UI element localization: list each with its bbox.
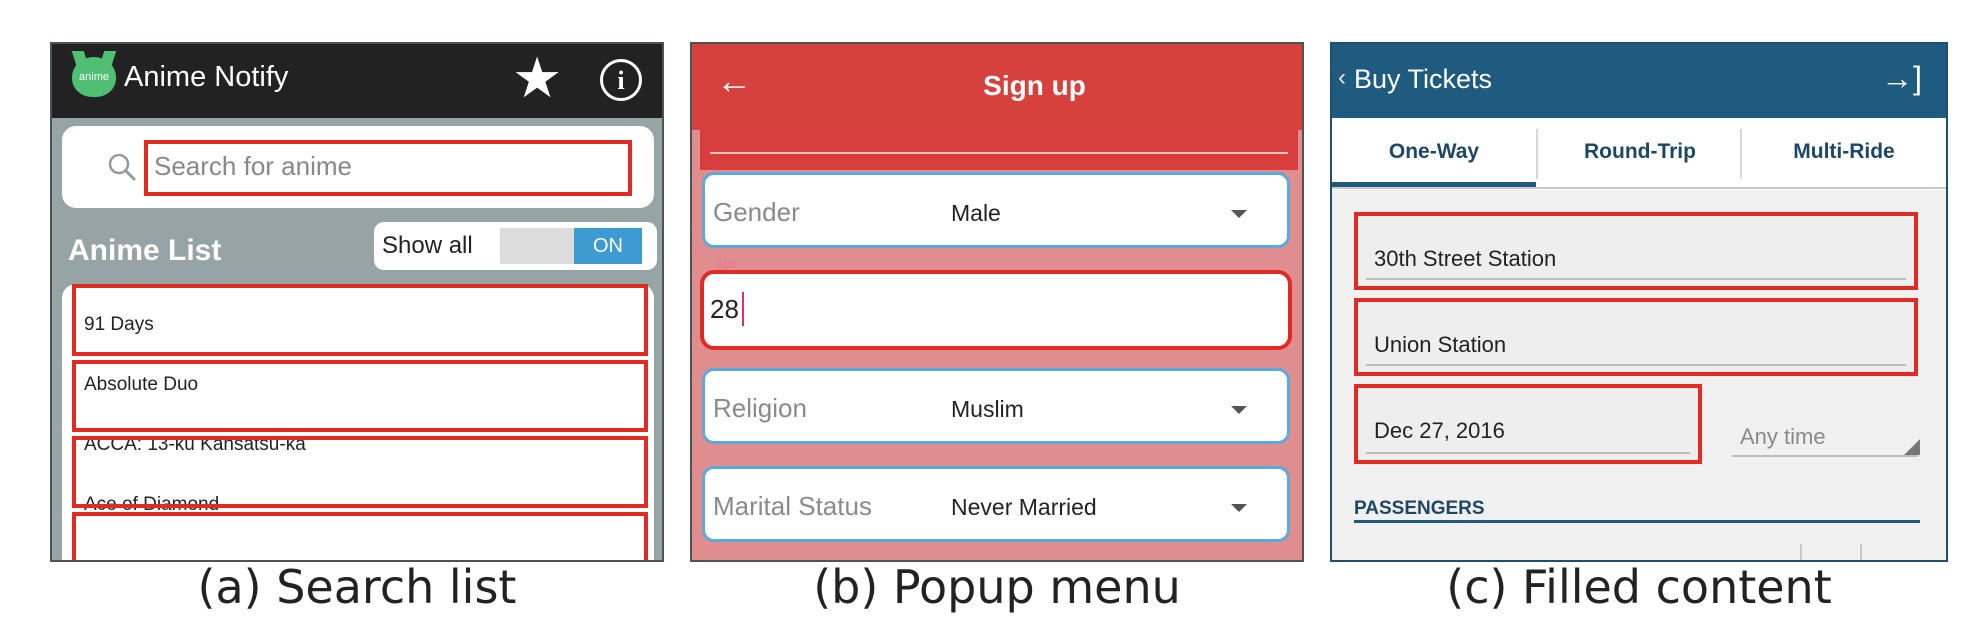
chevron-down-icon <box>1231 504 1247 512</box>
religion-label: Religion <box>713 393 807 423</box>
field-underline <box>1366 452 1690 454</box>
religion-dropdown[interactable]: Religion Muslim <box>702 368 1290 444</box>
religion-value: Muslim <box>951 396 1024 422</box>
list-item-highlight <box>72 512 648 560</box>
star-icon[interactable]: ★ <box>512 50 562 106</box>
search-icon <box>108 153 136 181</box>
age-input[interactable]: 28 <box>700 270 1292 350</box>
gender-label: Gender <box>713 197 800 227</box>
list-item-highlight <box>72 284 648 356</box>
exit-icon[interactable]: →] <box>1881 60 1922 97</box>
search-input-highlight <box>144 140 632 196</box>
field-underline <box>1366 278 1906 280</box>
divider <box>710 152 1288 154</box>
chevron-down-icon <box>1231 210 1247 218</box>
date-field[interactable]: Dec 27, 2016 <box>1354 384 1702 464</box>
info-icon[interactable]: i <box>600 59 642 101</box>
list-item-highlight <box>72 360 648 432</box>
tab-round-trip[interactable]: Round-Trip <box>1536 129 1742 179</box>
tab-multi-ride[interactable]: Multi-Ride <box>1740 129 1946 179</box>
age-value: 28 <box>710 294 739 324</box>
from-station-value: 30th Street Station <box>1374 246 1557 271</box>
date-value: Dec 27, 2016 <box>1374 418 1505 443</box>
anime-list-title: Anime List <box>68 234 222 267</box>
back-chevron-icon[interactable]: ‹ <box>1338 64 1346 92</box>
time-dropdown[interactable]: Any time <box>1740 424 1826 450</box>
panel-popup-menu: ← Sign up Gender Male Age 28 Religion Mu… <box>690 42 1304 562</box>
toggle-knob[interactable]: ON <box>574 228 642 264</box>
app-bar: anime Anime Notify ★ i <box>52 44 662 118</box>
panel-search-list: anime Anime Notify ★ i Anime List Show a… <box>50 42 664 562</box>
caption-a: (a) Search list <box>197 560 517 614</box>
marital-status-dropdown[interactable]: Marital Status Never Married <box>702 466 1290 542</box>
caption-c: (c) Filled content <box>1446 560 1832 614</box>
show-all-label: Show all <box>382 232 473 259</box>
passengers-divider <box>1354 520 1920 523</box>
passengers-header: PASSENGERS <box>1354 498 1485 519</box>
from-station-field[interactable]: 30th Street Station <box>1354 212 1918 290</box>
time-underline <box>1732 455 1918 457</box>
partial-field <box>700 130 1298 170</box>
panel-filled-content: ‹ Buy Tickets →] One-Way Round-Trip Mult… <box>1330 42 1948 562</box>
marital-status-label: Marital Status <box>713 491 872 521</box>
tab-divider <box>1332 187 1946 189</box>
dropdown-corner-icon <box>1904 439 1920 455</box>
page-title: Buy Tickets <box>1354 64 1493 94</box>
age-floating-label: Age <box>716 258 736 270</box>
caption-b: (b) Popup menu <box>813 560 1181 614</box>
to-station-value: Union Station <box>1374 332 1507 357</box>
app-bar: ‹ Buy Tickets →] <box>1332 44 1946 118</box>
tab-one-way[interactable]: One-Way <box>1332 118 1536 190</box>
text-cursor <box>742 292 744 326</box>
to-station-field[interactable]: Union Station <box>1354 298 1918 376</box>
ticket-tabs: One-Way Round-Trip Multi-Ride <box>1332 118 1946 190</box>
list-item-highlight <box>72 436 648 508</box>
gender-value: Male <box>951 200 1001 226</box>
anime-logo-icon: anime <box>72 57 116 97</box>
gender-dropdown[interactable]: Gender Male <box>702 172 1290 248</box>
field-underline <box>1366 364 1906 366</box>
chevron-down-icon <box>1231 406 1247 414</box>
marital-status-value: Never Married <box>951 494 1097 520</box>
show-all-toggle[interactable]: Show all ON <box>374 222 657 270</box>
app-title: Anime Notify <box>124 61 289 93</box>
page-title: Sign up <box>983 70 1086 101</box>
app-bar: ← Sign up <box>692 44 1302 130</box>
